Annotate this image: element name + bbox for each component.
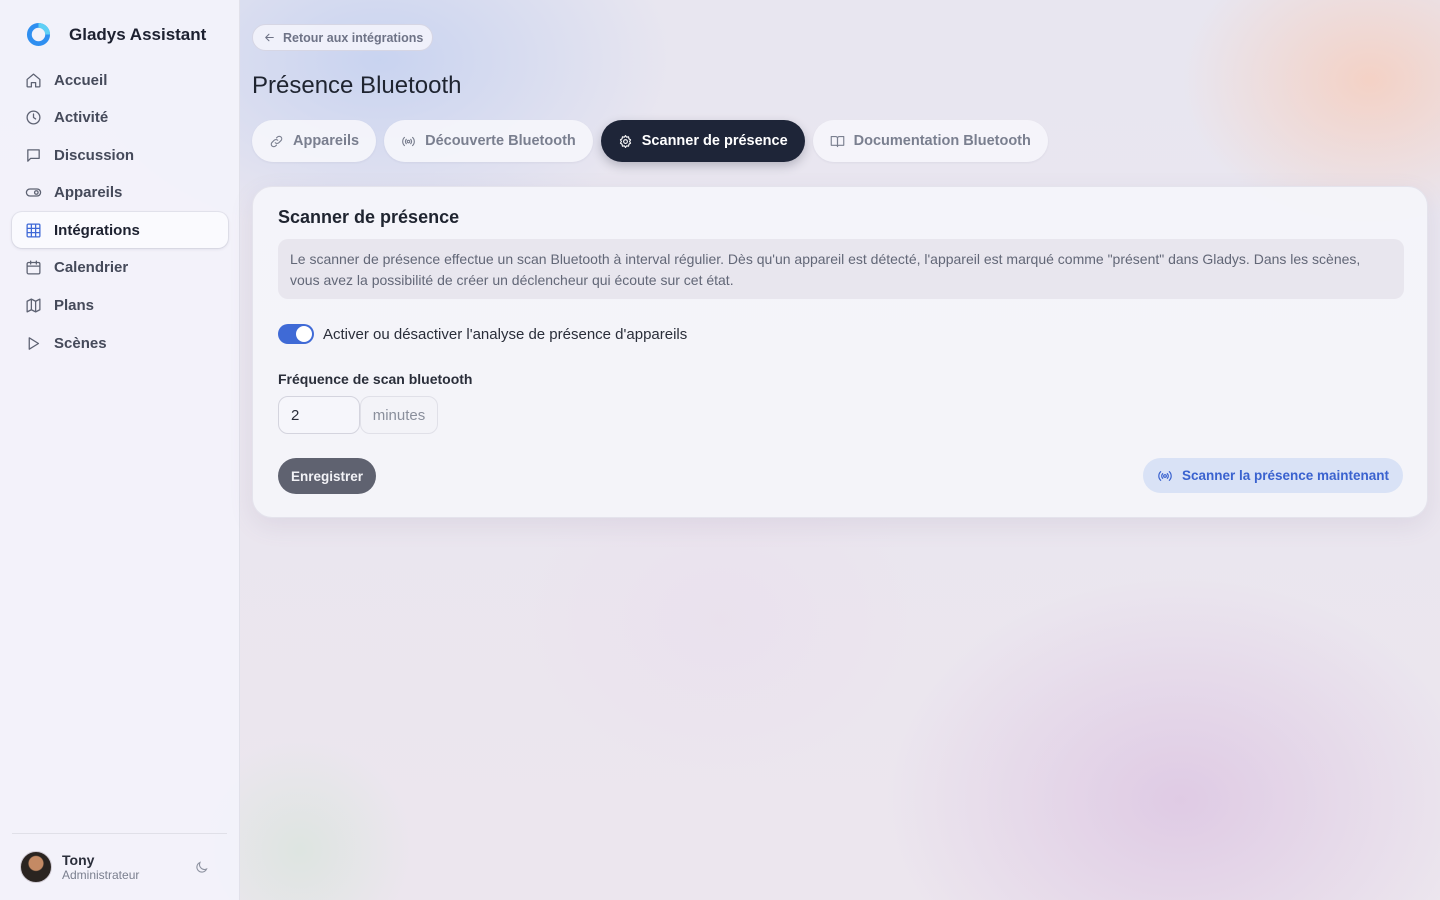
gladys-logo-icon bbox=[26, 22, 51, 47]
calendar-icon bbox=[26, 260, 41, 275]
save-button[interactable]: Enregistrer bbox=[278, 458, 376, 494]
sidebar: Gladys Assistant Accueil Activité Discus… bbox=[0, 0, 240, 900]
sidebar-item-label: Intégrations bbox=[54, 221, 140, 239]
broadcast-icon bbox=[1158, 470, 1172, 481]
presence-toggle-row: Activer ou désactiver l'analyse de prése… bbox=[278, 324, 687, 344]
tab-label: Appareils bbox=[293, 133, 360, 149]
frequency-input[interactable] bbox=[278, 396, 360, 434]
sidebar-item-accueil[interactable]: Accueil bbox=[12, 62, 228, 98]
map-icon bbox=[26, 298, 41, 313]
moon-icon bbox=[196, 861, 208, 873]
play-icon bbox=[28, 336, 40, 350]
grid-icon bbox=[26, 223, 41, 238]
sidebar-item-appareils[interactable]: Appareils bbox=[12, 175, 228, 211]
toggle-icon bbox=[25, 188, 42, 197]
avatar[interactable] bbox=[20, 851, 52, 883]
brand[interactable]: Gladys Assistant bbox=[26, 22, 206, 47]
arrow-left-icon bbox=[265, 33, 274, 42]
tab-bar: Appareils Découverte Bluetooth Scanner d… bbox=[252, 120, 1048, 162]
tab-label: Documentation Bluetooth bbox=[853, 133, 1031, 149]
tab-appareils[interactable]: Appareils bbox=[252, 120, 377, 162]
back-label: Retour aux intégrations bbox=[283, 30, 424, 45]
app-name: Gladys Assistant bbox=[69, 24, 207, 44]
sidebar-nav: Accueil Activité Discussion Appareils In… bbox=[12, 62, 228, 363]
tab-scanner-de-presence[interactable]: Scanner de présence bbox=[600, 120, 805, 162]
tab-label: Découverte Bluetooth bbox=[425, 133, 576, 149]
sidebar-item-integrations[interactable]: Intégrations bbox=[12, 212, 228, 249]
home-icon bbox=[26, 72, 41, 88]
gear-icon bbox=[619, 134, 631, 148]
tab-label: Scanner de présence bbox=[641, 133, 788, 149]
broadcast-icon bbox=[402, 136, 415, 146]
sidebar-item-label: Scènes bbox=[54, 334, 107, 352]
link-icon bbox=[270, 135, 283, 147]
frequency-label: Fréquence de scan bluetooth bbox=[278, 371, 473, 387]
book-icon bbox=[830, 135, 844, 147]
scan-now-button[interactable]: Scanner la présence maintenant bbox=[1143, 458, 1403, 493]
dark-mode-toggle[interactable] bbox=[194, 860, 209, 875]
sidebar-item-scenes[interactable]: Scènes bbox=[12, 325, 228, 361]
sidebar-item-label: Appareils bbox=[54, 184, 123, 202]
sidebar-item-label: Accueil bbox=[54, 71, 108, 89]
sidebar-item-label: Calendrier bbox=[54, 259, 129, 277]
toggle-label: Activer ou désactiver l'analyse de prése… bbox=[323, 325, 688, 343]
scan-now-label: Scanner la présence maintenant bbox=[1181, 468, 1390, 483]
tab-decouverte-bluetooth[interactable]: Découverte Bluetooth bbox=[384, 120, 593, 162]
frequency-unit: minutes bbox=[360, 396, 438, 434]
sidebar-item-label: Discussion bbox=[54, 146, 135, 164]
description-box: Le scanner de présence effectue un scan … bbox=[278, 239, 1404, 299]
user-role: Administrateur bbox=[62, 868, 140, 882]
sidebar-item-activite[interactable]: Activité bbox=[12, 100, 228, 136]
user-panel: Tony Administrateur bbox=[12, 833, 227, 900]
sidebar-item-calendrier[interactable]: Calendrier bbox=[12, 250, 228, 286]
user-name: Tony bbox=[62, 852, 95, 868]
sidebar-item-label: Activité bbox=[54, 109, 109, 127]
card-title: Scanner de présence bbox=[278, 207, 460, 227]
page-title: Présence Bluetooth bbox=[252, 72, 462, 99]
sidebar-item-plans[interactable]: Plans bbox=[12, 288, 228, 324]
sidebar-item-label: Plans bbox=[54, 297, 95, 315]
tab-documentation-bluetooth[interactable]: Documentation Bluetooth bbox=[812, 120, 1048, 162]
chat-icon bbox=[27, 148, 40, 162]
clock-icon bbox=[26, 110, 41, 125]
back-to-integrations-button[interactable]: Retour aux intégrations bbox=[252, 24, 433, 51]
frequency-input-group: minutes bbox=[278, 396, 438, 434]
presence-analysis-toggle[interactable] bbox=[278, 324, 314, 344]
presence-scanner-card: Scanner de présence Le scanner de présen… bbox=[252, 186, 1428, 518]
sidebar-item-discussion[interactable]: Discussion bbox=[12, 137, 228, 173]
